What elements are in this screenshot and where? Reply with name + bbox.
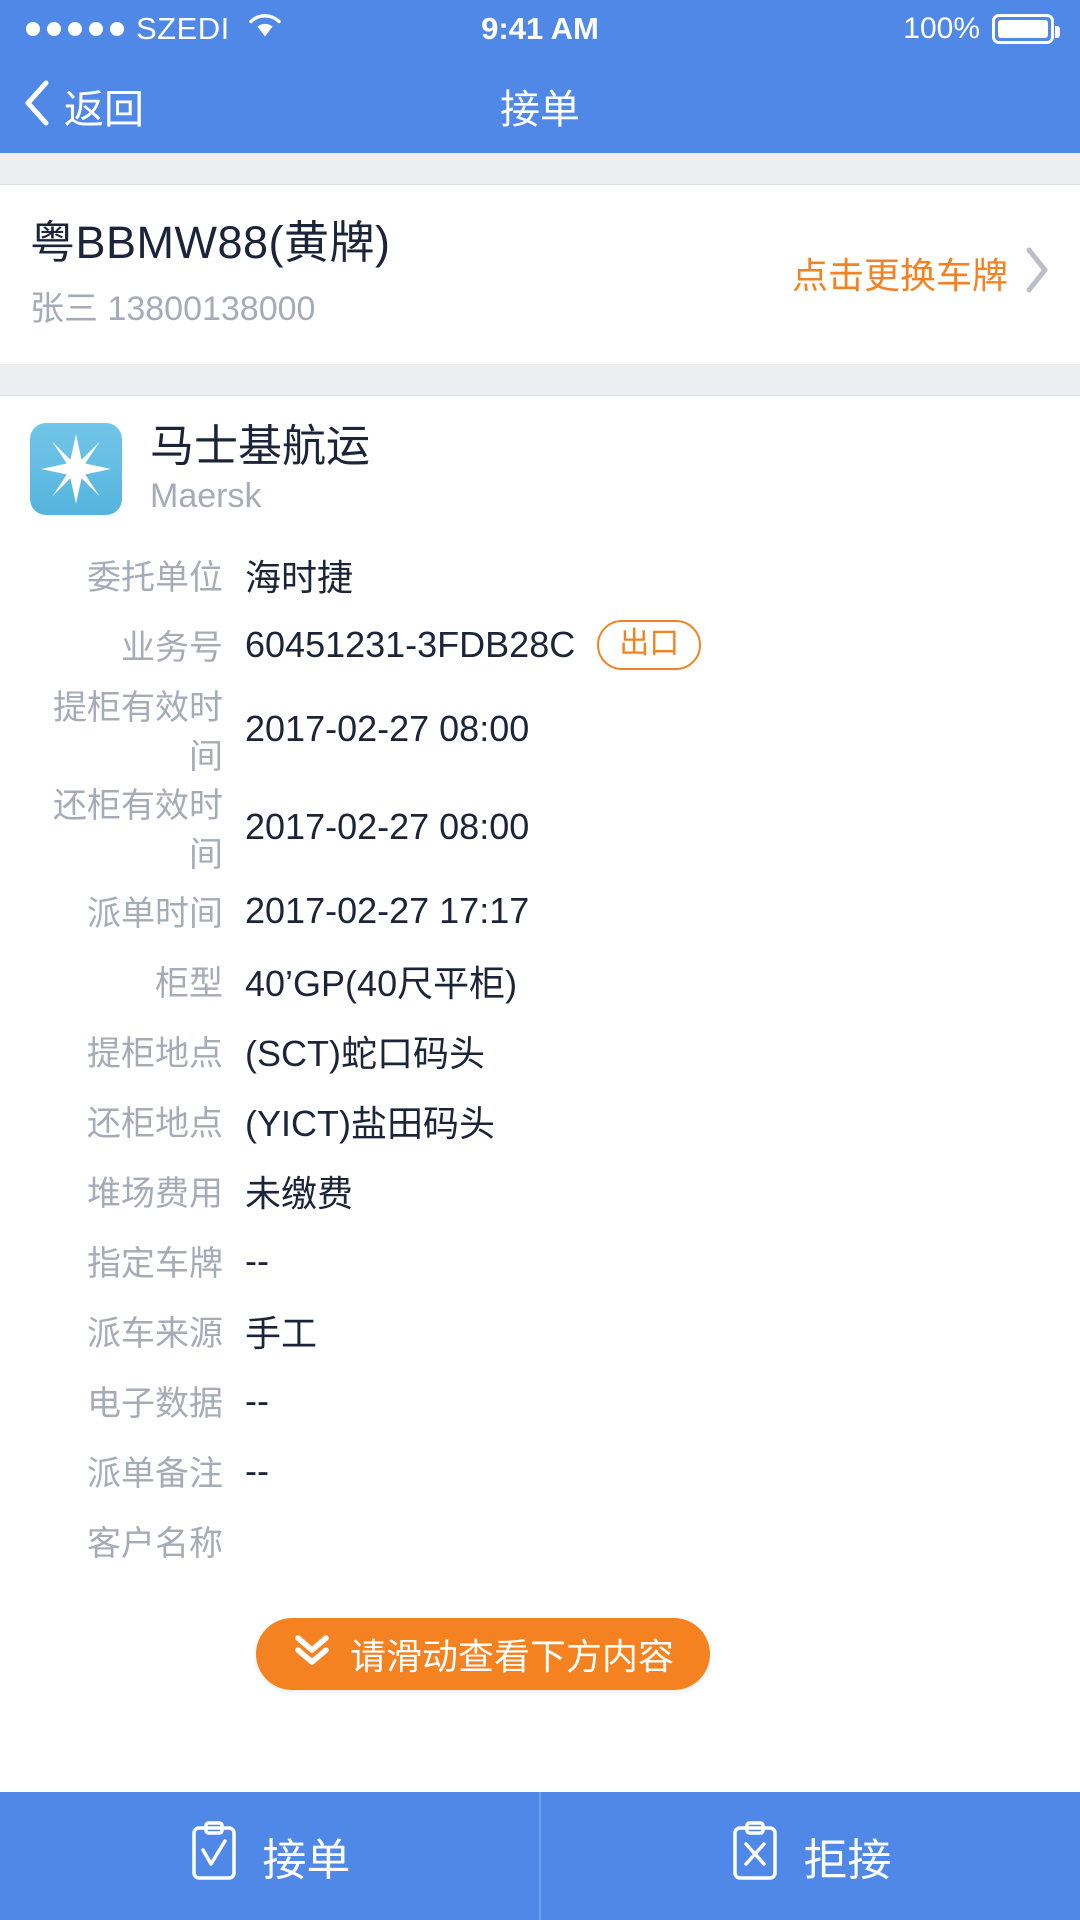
detail-row-value: 2017-02-27 17:17: [245, 889, 530, 931]
chevron-left-icon: [22, 79, 50, 132]
detail-row-value-wrap: 2017-02-27 08:00: [245, 806, 529, 848]
change-plate-button[interactable]: 点击更换车牌: [792, 246, 1050, 299]
status-badge: 出口: [597, 619, 702, 671]
detail-row-value: 60451231-3FDB28C: [245, 623, 576, 665]
page-title: 接单: [500, 87, 580, 132]
detail-row-label: 派车来源: [87, 1315, 223, 1354]
license-plate-label: 粤BBMW88(黄牌): [30, 217, 391, 268]
detail-row-value-wrap: 2017-02-27 17:17: [245, 890, 529, 932]
reject-order-button[interactable]: 拒接: [539, 1792, 1080, 1920]
detail-row: 还柜有效时间 2017-02-27 08:00: [30, 778, 1050, 876]
detail-row: 业务号 60451231-3FDB28C 出口: [30, 610, 1050, 680]
detail-row-value-wrap: --: [245, 1380, 269, 1422]
vehicle-card[interactable]: 粤BBMW88(黄牌) 张三 13800138000 点击更换车牌: [0, 185, 1080, 365]
detail-row-value: 2017-02-27 08:00: [245, 707, 530, 749]
shipping-line-name-en: Maersk: [150, 476, 262, 515]
detail-row-label: 业务号: [121, 629, 223, 668]
scroll-hint-label: 请滑动查看下方内容: [350, 1636, 675, 1677]
section-divider-middle: [0, 364, 1080, 397]
chevron-right-icon: [1024, 246, 1050, 299]
detail-row-label: 柜型: [155, 965, 223, 1004]
detail-row-label: 指定车牌: [87, 1245, 223, 1284]
detail-row-label: 堆场费用: [87, 1175, 223, 1214]
status-bar-left: SZEDI: [26, 11, 282, 47]
detail-row-value: 2017-02-27 08:00: [245, 805, 530, 847]
detail-row-value: 海时捷: [245, 556, 354, 598]
detail-row: 提柜有效时间 2017-02-27 08:00: [30, 680, 1050, 778]
detail-row-value: --: [245, 1379, 269, 1421]
scroll-hint-button[interactable]: 请滑动查看下方内容: [256, 1618, 711, 1690]
detail-row: 派单时间 2017-02-27 17:17: [30, 876, 1050, 946]
detail-row-label: 还柜有效时间: [53, 786, 223, 874]
detail-row-value: 手工: [245, 1312, 318, 1354]
detail-row: 派单备注 --: [30, 1436, 1050, 1506]
detail-row-value: --: [245, 1449, 269, 1491]
back-button[interactable]: 返回: [22, 77, 144, 135]
vehicle-info: 粤BBMW88(黄牌) 张三 13800138000: [30, 215, 792, 330]
battery-percent-label: 100%: [903, 12, 980, 45]
driver-info-label: 张三 13800138000: [30, 290, 316, 329]
detail-row: 派车来源 手工: [30, 1296, 1050, 1366]
section-divider-top: [0, 153, 1080, 185]
detail-row-value-wrap: --: [245, 1240, 269, 1282]
detail-row: 委托单位 海时捷: [30, 540, 1050, 610]
accept-order-label: 接单: [262, 1836, 351, 1885]
detail-row-label: 电子数据: [87, 1385, 223, 1424]
detail-row-label: 提柜有效时间: [53, 688, 223, 776]
reject-order-label: 拒接: [803, 1836, 892, 1885]
detail-row-value-wrap: 手工: [245, 1305, 317, 1357]
detail-row-label: 还柜地点: [87, 1105, 223, 1144]
detail-row-value-wrap: 60451231-3FDB28C 出口: [245, 619, 702, 671]
detail-row-value-wrap: (YICT)盐田码头: [245, 1095, 495, 1147]
shipping-line-header: 马士基航运 Maersk: [0, 396, 1080, 528]
app-screen: SZEDI 9:41 AM 100% 返回 接单 粤BBMW88(黄牌) 张三 …: [0, 0, 1080, 1920]
detail-row-label: 派单备注: [87, 1455, 223, 1494]
battery-full-icon: [992, 14, 1060, 44]
bottom-action-bar: 接单 拒接: [0, 1792, 1080, 1920]
shipping-line-name-cn: 马士基航运: [150, 422, 370, 472]
detail-row: 客户名称: [30, 1506, 1050, 1576]
detail-row-value-wrap: 海时捷: [245, 549, 353, 601]
detail-row: 还柜地点 (YICT)盐田码头: [30, 1086, 1050, 1156]
wifi-icon: [248, 12, 282, 46]
detail-row-value-wrap: --: [245, 1450, 269, 1492]
detail-row-label: 派单时间: [87, 895, 223, 934]
detail-row-value-wrap: 未缴费: [245, 1165, 353, 1217]
detail-row: 指定车牌 --: [30, 1226, 1050, 1296]
signal-strength-icon: [26, 22, 124, 36]
detail-row-label: 提柜地点: [87, 1035, 223, 1074]
detail-row-value: --: [245, 1239, 269, 1281]
detail-row-value: 40’GP(40尺平柜): [245, 962, 518, 1004]
status-bar: SZEDI 9:41 AM 100%: [0, 0, 1080, 58]
detail-row-value: 未缴费: [245, 1172, 354, 1214]
nav-bar: 返回 接单: [0, 58, 1080, 153]
accept-order-button[interactable]: 接单: [0, 1792, 539, 1920]
detail-row-label: 委托单位: [87, 559, 223, 598]
detail-row-label: 客户名称: [87, 1525, 223, 1564]
maersk-star-icon: [30, 423, 122, 516]
detail-row: 柜型 40’GP(40尺平柜): [30, 946, 1050, 1016]
detail-row: 堆场费用 未缴费: [30, 1156, 1050, 1226]
detail-row-value-wrap: 2017-02-27 08:00: [245, 708, 529, 750]
detail-row-value: (YICT)盐田码头: [245, 1102, 495, 1144]
order-detail-list: 委托单位 海时捷 业务号 60451231-3FDB28C 出口 提柜有效时间 …: [0, 528, 1080, 1576]
carrier-label: SZEDI: [136, 11, 230, 46]
change-plate-label: 点击更换车牌: [791, 254, 1008, 296]
detail-row: 电子数据 --: [30, 1366, 1050, 1436]
detail-row-value-wrap: (SCT)蛇口码头: [245, 1025, 485, 1077]
clipboard-check-icon: [189, 1820, 239, 1893]
detail-row-value: (SCT)蛇口码头: [245, 1032, 485, 1074]
shipping-line-names: 马士基航运 Maersk: [150, 422, 370, 516]
chevrons-down-icon: [292, 1633, 332, 1676]
detail-row-value-wrap: 40’GP(40尺平柜): [245, 955, 517, 1007]
detail-row: 提柜地点 (SCT)蛇口码头: [30, 1016, 1050, 1086]
clipboard-x-icon: [730, 1820, 780, 1893]
back-button-label: 返回: [64, 87, 144, 132]
status-bar-right: 100%: [903, 12, 1060, 46]
